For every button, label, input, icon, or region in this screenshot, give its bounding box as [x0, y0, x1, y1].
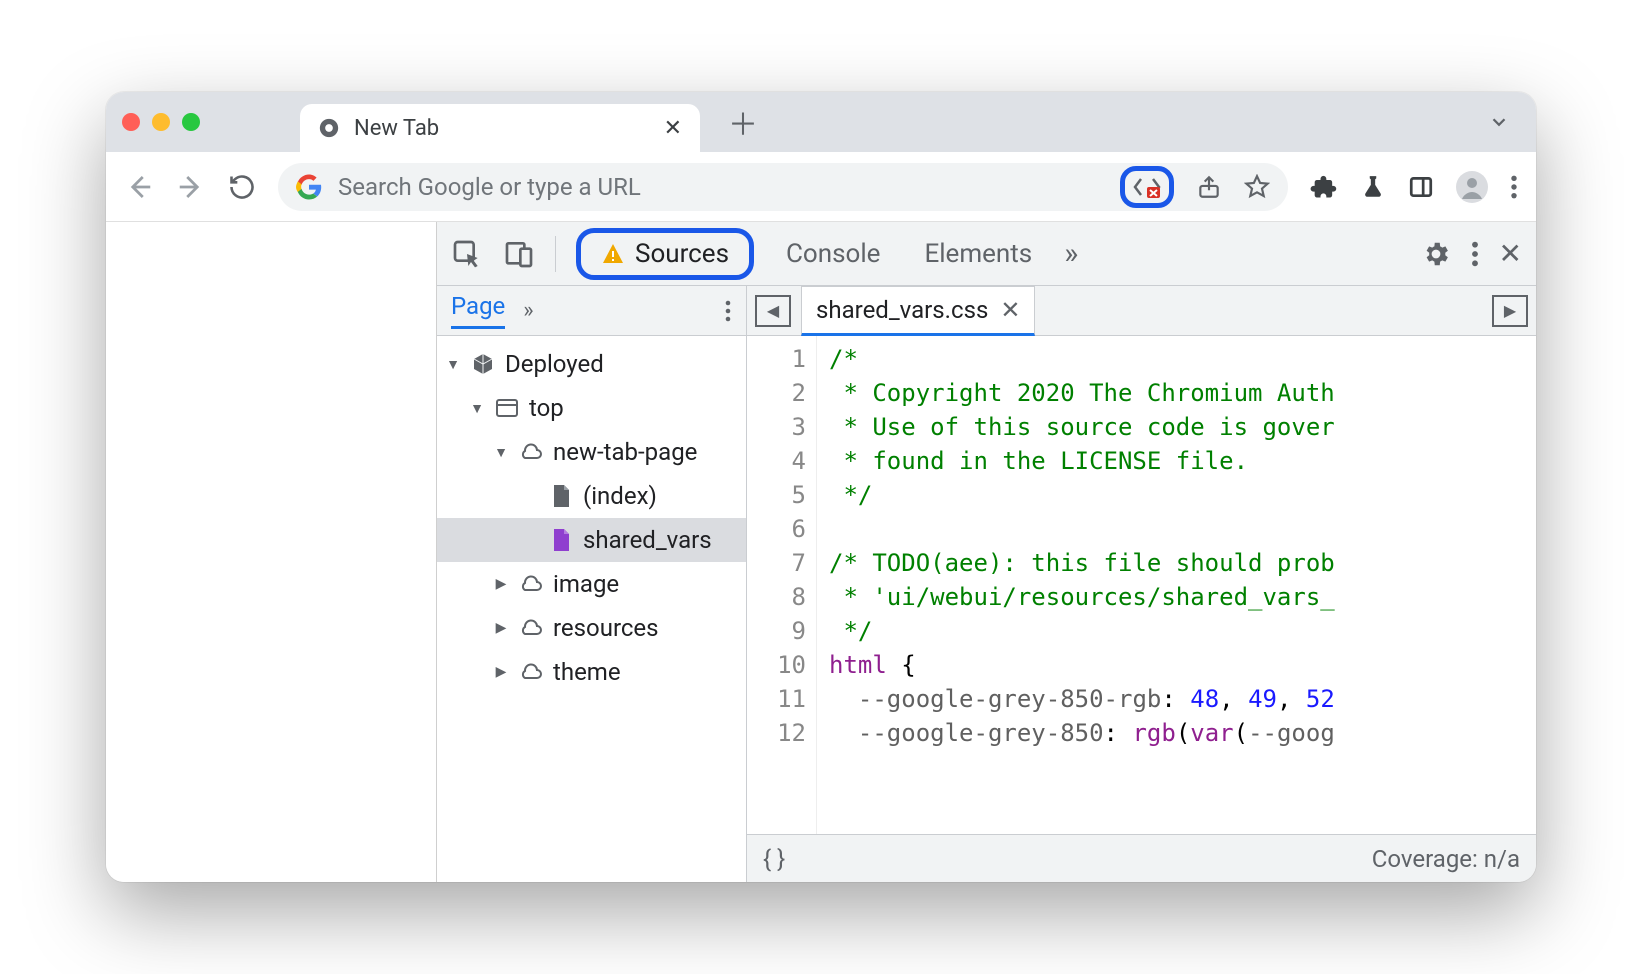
sidepanel-icon[interactable]	[1408, 174, 1434, 200]
file-tab[interactable]: shared_vars.css ✕	[801, 286, 1035, 336]
tree-label: image	[553, 570, 619, 598]
browser-tab[interactable]: New Tab ✕	[300, 104, 700, 152]
navigator-more-icon[interactable]: »	[523, 298, 533, 323]
omnibox-placeholder: Search Google or type a URL	[338, 173, 641, 201]
page-viewport	[106, 222, 436, 882]
close-devtools-icon[interactable]: ✕	[1499, 237, 1522, 270]
tree-label: shared_vars	[583, 526, 712, 554]
minimize-window-button[interactable]	[152, 113, 170, 131]
new-tab-button[interactable]: ＋	[728, 100, 758, 144]
cloud-icon	[517, 614, 545, 642]
extensions-icon[interactable]	[1310, 173, 1338, 201]
omnibox[interactable]: Search Google or type a URL	[278, 163, 1288, 211]
show-navigator-icon[interactable]: ◀	[755, 295, 791, 327]
device-toggle-icon[interactable]	[503, 238, 535, 270]
navigator-menu-icon[interactable]	[724, 299, 732, 323]
tab-elements-label: Elements	[924, 239, 1032, 269]
warning-icon	[601, 242, 625, 266]
tree-theme[interactable]: ▶ theme	[437, 650, 746, 694]
coverage-label: Coverage: n/a	[1372, 845, 1520, 873]
profile-avatar-icon[interactable]	[1456, 171, 1488, 203]
tree-deployed[interactable]: ▼ Deployed	[437, 342, 746, 386]
tree-label: new-tab-page	[553, 438, 697, 466]
editor-tabbar: ◀ shared_vars.css ✕ ▶	[747, 286, 1536, 336]
file-tab-label: shared_vars.css	[816, 296, 988, 324]
tab-console-label: Console	[786, 239, 880, 269]
content-area: Sources Console Elements » ✕	[106, 222, 1536, 882]
inspect-element-icon[interactable]	[451, 238, 483, 270]
code-editor[interactable]: 123456789101112 /* * Copyright 2020 The …	[747, 336, 1536, 834]
chrome-icon	[318, 117, 340, 139]
tree-top[interactable]: ▼ top	[437, 386, 746, 430]
navigator-tabs: Page »	[437, 286, 746, 336]
maximize-window-button[interactable]	[182, 113, 200, 131]
tree-label: Deployed	[505, 350, 604, 378]
code-content[interactable]: /* * Copyright 2020 The Chromium Auth * …	[817, 336, 1536, 834]
more-tabs-icon[interactable]: »	[1064, 236, 1078, 271]
devtools-error-badge[interactable]	[1120, 166, 1174, 208]
tree-domain[interactable]: ▼ new-tab-page	[437, 430, 746, 474]
labs-icon[interactable]	[1360, 174, 1386, 200]
devtools-tabbar: Sources Console Elements » ✕	[437, 222, 1536, 286]
omnibox-actions	[1120, 166, 1270, 208]
share-icon[interactable]	[1196, 174, 1222, 200]
editor-pane: ◀ shared_vars.css ✕ ▶ 123456789101112 /*…	[747, 286, 1536, 882]
tree-label: (index)	[583, 482, 657, 510]
tree-resources[interactable]: ▶ resources	[437, 606, 746, 650]
devtools-menu-icon[interactable]	[1471, 240, 1479, 268]
chrome-menu-icon[interactable]	[1510, 174, 1518, 200]
cloud-icon	[517, 658, 545, 686]
cloud-icon	[517, 570, 545, 598]
tree-label: top	[529, 394, 564, 422]
tab-title: New Tab	[354, 116, 439, 141]
tree-label: resources	[553, 614, 659, 642]
line-gutter: 123456789101112	[747, 336, 817, 834]
close-window-button[interactable]	[122, 113, 140, 131]
tab-elements[interactable]: Elements	[912, 233, 1044, 275]
back-button[interactable]	[124, 172, 154, 202]
toolbar: Search Google or type a URL	[106, 152, 1536, 222]
statusbar: { } Coverage: n/a	[747, 834, 1536, 882]
tab-console[interactable]: Console	[774, 233, 892, 275]
google-icon	[296, 174, 322, 200]
file-icon	[547, 482, 575, 510]
file-tree: ▼ Deployed ▼ top ▼ new-tab-page	[437, 336, 746, 882]
tree-index[interactable]: (index)	[437, 474, 746, 518]
tree-image[interactable]: ▶ image	[437, 562, 746, 606]
cube-icon	[469, 350, 497, 378]
tabstrip: New Tab ✕ ＋	[106, 92, 1536, 152]
reload-button[interactable]	[228, 173, 256, 201]
bookmark-star-icon[interactable]	[1244, 174, 1270, 200]
close-file-icon[interactable]: ✕	[1000, 296, 1020, 324]
close-tab-icon[interactable]: ✕	[664, 116, 682, 141]
show-debugger-icon[interactable]: ▶	[1492, 295, 1528, 327]
navigator-pane: Page » ▼ Deployed	[437, 286, 747, 882]
window-controls	[122, 113, 200, 131]
tree-label: theme	[553, 658, 621, 686]
browser-window: New Tab ✕ ＋ Search Google or type a URL	[106, 92, 1536, 882]
tab-sources[interactable]: Sources	[576, 228, 754, 280]
settings-gear-icon[interactable]	[1421, 239, 1451, 269]
css-file-icon	[547, 526, 575, 554]
tabs-dropdown-icon[interactable]	[1488, 111, 1510, 133]
forward-button[interactable]	[176, 172, 206, 202]
devtools-panel: Sources Console Elements » ✕	[436, 222, 1536, 882]
cloud-icon	[517, 438, 545, 466]
frame-icon	[493, 394, 521, 422]
tab-sources-label: Sources	[635, 239, 729, 269]
tree-shared-vars[interactable]: shared_vars	[437, 518, 746, 562]
pretty-print-icon[interactable]: { }	[763, 845, 785, 873]
navigator-tab-page[interactable]: Page	[451, 292, 505, 329]
